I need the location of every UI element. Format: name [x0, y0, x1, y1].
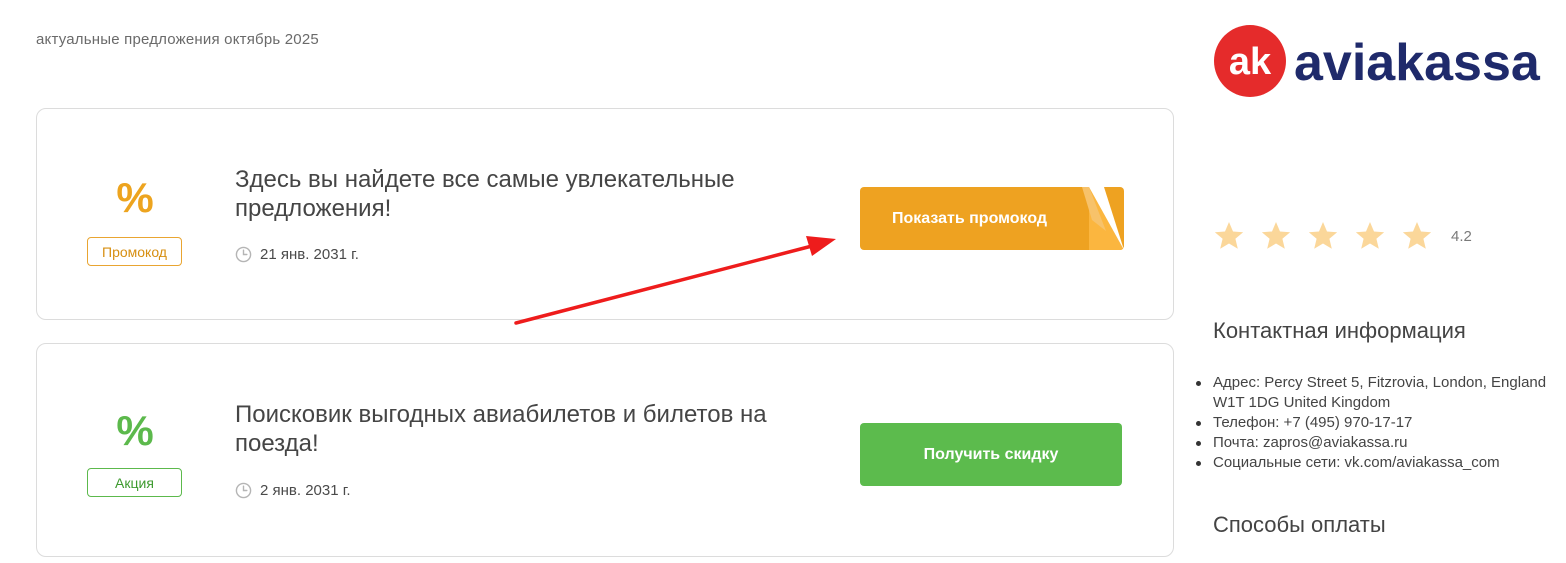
rating-value: 4.2	[1451, 227, 1472, 245]
star-icon[interactable]	[1400, 220, 1434, 252]
contact-address: Адрес: Percy Street 5, Fitzrovia, London…	[1196, 373, 1553, 413]
offer-card: % Акция Поисковик выгодных авиабилетов и…	[36, 343, 1174, 557]
offer-type-badge: Акция	[87, 468, 182, 497]
offer-title[interactable]: Поисковик выгодных авиабилетов и билетов…	[235, 400, 835, 458]
logo-mark: ak	[1229, 41, 1272, 83]
star-icon[interactable]	[1212, 220, 1246, 252]
get-discount-label: Получить скидку	[923, 445, 1059, 463]
coupon-page: актуальные предложения октябрь 2025 % Пр…	[0, 0, 1566, 563]
offer-date: 21 янв. 2031 г.	[260, 246, 359, 263]
contacts-heading: Контактная информация	[1213, 318, 1466, 343]
star-icon[interactable]	[1306, 220, 1340, 252]
contact-social[interactable]: Социальные сети: vk.com/aviakassa_com	[1196, 453, 1553, 473]
logo-text: aviakassa	[1294, 34, 1541, 92]
percent-icon: %	[116, 407, 154, 454]
page-subtitle: актуальные предложения октябрь 2025	[36, 31, 319, 48]
offer-expiry: 2 янв. 2031 г.	[235, 482, 351, 499]
offer-type-badge: Промокод	[87, 237, 182, 266]
aviakassa-logo: ak aviakassa	[1214, 25, 1541, 97]
contacts-list: Адрес: Percy Street 5, Fitzrovia, London…	[1196, 373, 1553, 473]
clock-icon	[235, 246, 252, 263]
show-promo-code-label: Показать промокод	[892, 209, 1048, 227]
percent-icon: %	[116, 174, 154, 221]
offer-title[interactable]: Здесь вы найдете все самые увлекательные…	[235, 165, 835, 223]
show-promo-code-button[interactable]: Показать промокод	[860, 187, 1124, 250]
offer-expiry: 21 янв. 2031 г.	[235, 246, 359, 263]
contact-phone[interactable]: Телефон: +7 (495) 970-17-17	[1196, 413, 1553, 433]
get-discount-button[interactable]: Получить скидку	[860, 423, 1122, 486]
clock-icon	[235, 482, 252, 499]
star-icon[interactable]	[1259, 220, 1293, 252]
promo-fold-icon	[1082, 187, 1124, 250]
rating: 4.2	[1212, 220, 1472, 252]
star-icon[interactable]	[1353, 220, 1387, 252]
payment-heading: Способы оплаты	[1213, 512, 1386, 537]
offer-date: 2 янв. 2031 г.	[260, 482, 351, 499]
offer-card: % Промокод Здесь вы найдете все самые ув…	[36, 108, 1174, 320]
contact-email[interactable]: Почта: zapros@aviakassa.ru	[1196, 433, 1553, 453]
